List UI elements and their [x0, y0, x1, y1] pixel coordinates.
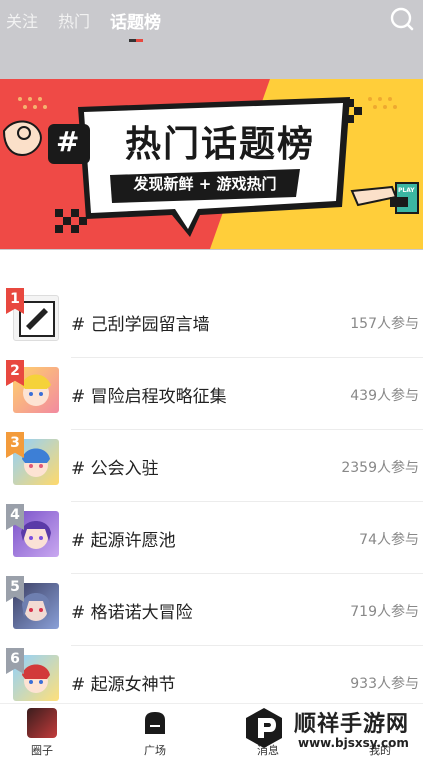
topic-row[interactable]: 5 # 格诺诺大冒险 719人参与: [0, 574, 423, 646]
watermark-logo-icon: [242, 706, 286, 750]
topic-title: # 冒险启程攻略征集: [71, 387, 227, 407]
participant-count: 719人参与: [350, 604, 419, 620]
search-icon: [390, 7, 414, 31]
tab-topic-ranking[interactable]: 话题榜: [110, 8, 162, 42]
hot-topics-banner[interactable]: # 热门话题榜 发现新鲜 + 游戏热门 PLAY: [0, 79, 423, 249]
topic-row[interactable]: 4 # 起源许愿池 74人参与: [0, 502, 423, 574]
banner-subtitle: 发现新鲜 + 游戏热门: [133, 175, 277, 193]
participant-count: 933人参与: [350, 676, 419, 692]
nav-circle[interactable]: 圈子: [12, 708, 72, 758]
participant-count: 157人参与: [350, 316, 419, 332]
search-button[interactable]: [389, 6, 415, 32]
participant-count: 2359人参与: [341, 460, 419, 476]
top-area: 关注 热门 话题榜 # 热门话题榜 发现新鲜 + 游戏热门 PLAY: [0, 0, 423, 250]
topic-row[interactable]: 3 # 公会入驻 2359人参与: [0, 430, 423, 502]
topic-list: 1 # 己刮学园留言墙 157人参与 2 # 冒险启程攻略征集 439人参与 3…: [0, 286, 423, 718]
topic-title: # 起源女神节: [71, 675, 176, 695]
watermark-name: 顺祥手游网: [294, 712, 410, 737]
tab-hot[interactable]: 热门: [58, 8, 90, 32]
tab-topic-ranking-label: 话题榜: [110, 12, 162, 33]
topic-title: # 己刮学园留言墙: [71, 315, 210, 335]
tab-active-indicator: [128, 38, 143, 42]
topic-title: # 公会入驻: [71, 459, 159, 479]
watermark-url: www.bjsxsy.com: [298, 736, 409, 750]
participant-count: 74人参与: [359, 532, 419, 548]
banner-play-badge: PLAY: [398, 187, 415, 194]
nav-label: 圈子: [31, 744, 53, 757]
banner-title: 热门话题榜: [124, 124, 315, 165]
topic-title: # 格诺诺大冒险: [71, 603, 193, 623]
tab-bar: 关注 热门 话题榜: [0, 0, 181, 42]
nav-label: 广场: [144, 744, 166, 757]
topic-title: # 起源许愿池: [71, 531, 176, 551]
participant-count: 439人参与: [350, 388, 419, 404]
banner-hash: #: [56, 125, 80, 158]
tab-follow[interactable]: 关注: [6, 8, 38, 32]
circle-avatar-icon: [27, 708, 57, 738]
site-watermark: 顺祥手游网 www.bjsxsy.com: [240, 700, 420, 756]
topic-row[interactable]: 2 # 冒险启程攻略征集 439人参与: [0, 358, 423, 430]
topic-row[interactable]: 1 # 己刮学园留言墙 157人参与: [0, 286, 423, 358]
square-icon: [140, 708, 170, 738]
nav-square[interactable]: 广场: [125, 708, 185, 758]
